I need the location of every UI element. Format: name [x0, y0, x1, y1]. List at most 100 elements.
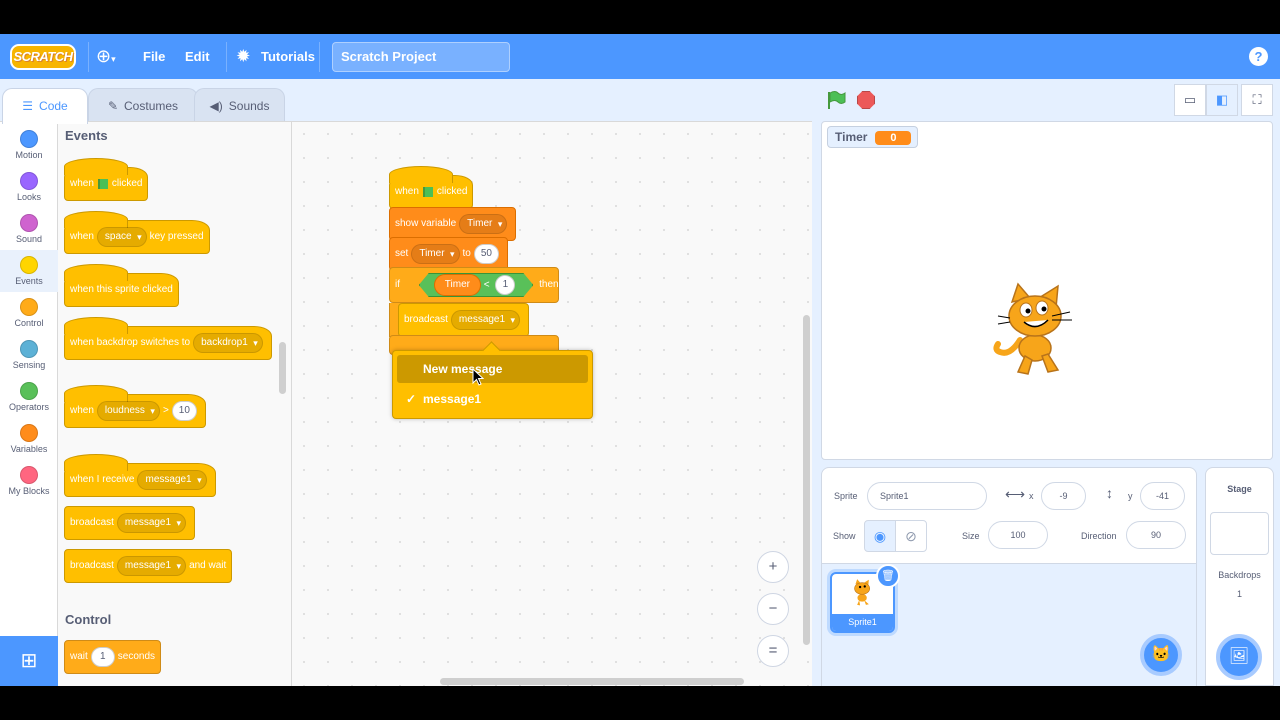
dropdown-item-new-message[interactable]: New message: [397, 355, 588, 383]
scratch-logo[interactable]: SCRATCH: [10, 44, 76, 70]
edit-menu[interactable]: Edit: [185, 34, 210, 79]
number-input[interactable]: 1: [90, 647, 115, 667]
sprite-name-input[interactable]: Sprite1: [867, 482, 987, 510]
green-flag-icon[interactable]: [826, 90, 846, 110]
category-sensing[interactable]: Sensing: [0, 334, 58, 376]
backdrops-label: Backdrops: [1218, 570, 1261, 580]
language-globe-icon[interactable]: ⊕▾: [96, 34, 116, 79]
category-operators[interactable]: Operators: [0, 376, 58, 418]
message-dropdown[interactable]: message1: [450, 310, 521, 330]
tab-costumes-label: Costumes: [124, 99, 179, 113]
category-dot-icon: [20, 382, 38, 400]
small-stage-icon[interactable]: ▭: [1174, 84, 1206, 116]
tutorials-menu[interactable]: Tutorials: [261, 34, 315, 79]
cat-thumbnail-icon: [854, 579, 870, 606]
category-events[interactable]: Events: [0, 250, 58, 292]
palette-scrollbar[interactable]: [279, 342, 286, 394]
delete-sprite-trash-icon[interactable]: 🗑: [876, 564, 900, 588]
dropdown-item-message1[interactable]: ✓ message1: [397, 385, 588, 413]
block-when-loudness[interactable]: whenloudness>10: [64, 385, 206, 428]
dropdown-item-label: message1: [423, 392, 482, 406]
zoom-in-icon[interactable]: +: [757, 551, 789, 583]
key-dropdown[interactable]: space: [96, 227, 147, 247]
block-wait-seconds[interactable]: wait 1 seconds: [64, 640, 162, 674]
stage-title: Stage: [1227, 484, 1252, 494]
add-extension-icon[interactable]: ⊞: [0, 636, 58, 686]
block-broadcast[interactable]: broadcast message1: [64, 506, 196, 540]
direction-input[interactable]: 90: [1126, 521, 1186, 549]
add-backdrop-image-icon[interactable]: 🖼: [1216, 634, 1262, 680]
message-dropdown[interactable]: message1: [116, 556, 187, 576]
category-variables[interactable]: Variables: [0, 418, 58, 460]
monitor-label: Timer: [835, 130, 868, 144]
number-input[interactable]: 10: [171, 401, 197, 421]
block-text: <: [483, 279, 490, 291]
category-sound[interactable]: Sound: [0, 208, 58, 250]
variable-monitor-timer[interactable]: Timer 0: [827, 126, 919, 148]
size-input[interactable]: 100: [988, 521, 1048, 549]
category-dot-icon: [20, 424, 38, 442]
block-text: key pressed: [149, 231, 204, 242]
timer-reporter[interactable]: Timer: [434, 274, 481, 296]
tutorials-lightbulb-icon[interactable]: ✹: [237, 34, 250, 79]
variable-dropdown[interactable]: Timer: [411, 244, 460, 264]
backdrop-thumbnail[interactable]: [1210, 512, 1269, 555]
stop-icon[interactable]: [857, 91, 875, 109]
script-set-variable[interactable]: setTimerto50: [389, 237, 508, 271]
script-show-variable[interactable]: show variable Timer: [389, 207, 517, 241]
block-text: broadcast: [404, 314, 448, 325]
block-text: show variable: [395, 218, 457, 229]
script-when-flag-clicked[interactable]: when clicked: [389, 166, 474, 209]
category-my-blocks[interactable]: My Blocks: [0, 460, 58, 502]
message-dropdown[interactable]: message1: [116, 513, 187, 533]
help-icon[interactable]: ?: [1249, 47, 1268, 66]
category-looks[interactable]: Looks: [0, 166, 58, 208]
backdrop-dropdown[interactable]: backdrop1: [193, 333, 263, 353]
block-when-flag-clicked[interactable]: when clicked: [64, 158, 149, 201]
script-if-then[interactable]: if Timer < 1 then: [389, 267, 559, 303]
green-flag-icon: [422, 187, 433, 197]
category-label: Operators: [8, 402, 50, 412]
script-broadcast[interactable]: broadcast message1: [398, 303, 530, 337]
value-input[interactable]: 1: [495, 275, 515, 295]
value-input[interactable]: 50: [473, 244, 499, 264]
tab-sounds[interactable]: ◀) Sounds: [194, 88, 285, 122]
category-label: Looks: [16, 192, 42, 202]
less-than-operator[interactable]: Timer < 1: [419, 273, 534, 297]
cat-sprite-icon[interactable]: [990, 278, 1086, 378]
normal-stage-icon[interactable]: ◧: [1206, 84, 1238, 116]
variable-dropdown[interactable]: Timer: [459, 214, 508, 234]
y-position-input[interactable]: -41: [1140, 482, 1185, 510]
project-title-input[interactable]: Scratch Project: [332, 42, 510, 72]
tab-costumes[interactable]: ✎ Costumes: [88, 88, 198, 122]
tab-sounds-label: Sounds: [228, 99, 270, 113]
x-position-input[interactable]: -9: [1041, 482, 1086, 510]
block-when-backdrop-switches[interactable]: when backdrop switches to backdrop1: [64, 317, 272, 360]
block-text: clicked: [111, 178, 143, 189]
show-hidden-eye-icon[interactable]: ⊘: [895, 520, 927, 552]
block-text: when I receive: [70, 474, 135, 485]
workspace-horizontal-scrollbar[interactable]: [440, 678, 744, 685]
block-when-key-pressed[interactable]: whenspacekey pressed: [64, 211, 210, 254]
add-sprite-cat-icon[interactable]: 🐱: [1140, 634, 1182, 676]
message-dropdown[interactable]: message1: [137, 470, 207, 490]
fullscreen-icon[interactable]: ⛶: [1241, 84, 1273, 116]
block-text: if: [395, 279, 400, 290]
block-broadcast-and-wait[interactable]: broadcastmessage1and wait: [64, 549, 233, 583]
category-dot-icon: [20, 130, 38, 148]
category-control[interactable]: Control: [0, 292, 58, 334]
stage-canvas[interactable]: Timer 0: [821, 121, 1273, 460]
show-visible-eye-icon[interactable]: ◉: [864, 520, 896, 552]
block-when-i-receive[interactable]: when I receive message1: [63, 454, 216, 497]
category-label: Control: [14, 318, 44, 328]
zoom-reset-icon[interactable]: =: [757, 635, 789, 667]
file-menu[interactable]: File: [143, 34, 165, 79]
backdrops-count: 1: [1236, 589, 1242, 599]
category-motion[interactable]: Motion: [0, 124, 58, 166]
sensor-dropdown[interactable]: loudness: [96, 401, 160, 421]
block-when-sprite-clicked[interactable]: when this sprite clicked: [64, 264, 179, 307]
workspace-vertical-scrollbar[interactable]: [803, 315, 810, 645]
monitor-value: 0: [875, 130, 912, 145]
tab-code[interactable]: ☰ Code: [2, 88, 88, 124]
zoom-out-icon[interactable]: −: [757, 593, 789, 625]
